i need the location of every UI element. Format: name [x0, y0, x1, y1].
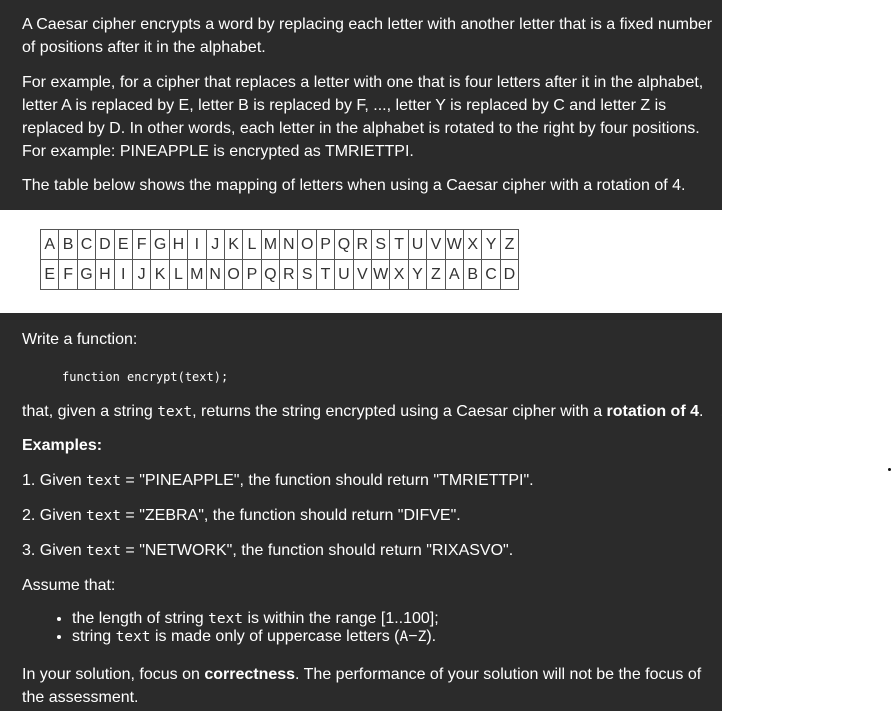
- plain-letter-cell: S: [371, 229, 391, 260]
- cipher-letter-cell: X: [389, 259, 409, 290]
- cipher-letter-cell: U: [334, 259, 354, 290]
- plain-letter-cell: X: [462, 229, 483, 260]
- plain-letter-cell: K: [223, 229, 244, 260]
- plain-letter-cell: N: [279, 229, 299, 260]
- cipher-letter-cell: Q: [260, 259, 281, 290]
- plain-letter-cell: T: [389, 229, 409, 260]
- intro-paragraph-2: For example, for a cipher that replaces …: [22, 74, 704, 160]
- cipher-letter-cell: A: [444, 259, 464, 290]
- plain-letter-cell: D: [95, 229, 115, 260]
- cipher-letters-row: EFGHIJKLMNOPQRSTUVWXYZABCD: [39, 259, 520, 290]
- plain-letter-cell: F: [131, 229, 152, 260]
- cipher-letter-cell: L: [168, 259, 189, 290]
- cipher-letter-cell: G: [76, 259, 97, 290]
- cipher-letter-cell: Z: [426, 259, 446, 290]
- cipher-letter-cell: F: [58, 259, 78, 290]
- plain-letter-cell: V: [426, 229, 446, 260]
- cipher-letter-cell: R: [279, 259, 299, 290]
- cipher-letter-cell: J: [131, 259, 152, 290]
- plain-letter-cell: I: [187, 229, 207, 260]
- plain-letter-cell: M: [260, 229, 281, 260]
- cipher-letter-cell: O: [223, 259, 244, 290]
- plain-letter-cell: Z: [499, 229, 520, 260]
- cipher-mapping-table: ABCDEFGHIJKLMNOPQRSTUVWXYZ EFGHIJKLMNOPQ…: [39, 229, 520, 290]
- focus-note: In your solution, focus on correctness. …: [22, 666, 702, 706]
- intro-paragraph-3: The table below shows the mapping of let…: [22, 177, 686, 194]
- cipher-letter-cell: N: [205, 259, 225, 290]
- cipher-letter-cell: E: [39, 259, 60, 290]
- plain-letter-cell: J: [205, 229, 225, 260]
- plain-letter-cell: B: [58, 229, 78, 260]
- plain-letter-cell: H: [168, 229, 189, 260]
- cipher-letter-cell: S: [297, 259, 317, 290]
- cipher-letter-cell: M: [187, 259, 207, 290]
- cipher-letter-cell: C: [481, 259, 501, 290]
- plain-letter-cell: G: [150, 229, 170, 260]
- plain-letter-cell: E: [113, 229, 133, 260]
- cipher-letter-cell: T: [315, 259, 336, 290]
- intro-paragraph-1: A Caesar cipher encrypts a word by repla…: [22, 16, 713, 56]
- cipher-letter-cell: P: [242, 259, 262, 290]
- example-1: 1. Given text = "PINEAPPLE", the functio…: [22, 472, 534, 489]
- cipher-letter-cell: B: [462, 259, 483, 290]
- cipher-letter-cell: H: [95, 259, 115, 290]
- assumption-charset: string text is made only of uppercase le…: [72, 628, 732, 646]
- plain-letter-cell: U: [407, 229, 428, 260]
- plain-letter-cell: W: [444, 229, 464, 260]
- task-description-panel: A Caesar cipher encrypts a word by repla…: [0, 0, 722, 711]
- plain-letters-row: ABCDEFGHIJKLMNOPQRSTUVWXYZ: [39, 229, 520, 260]
- cipher-letter-cell: V: [352, 259, 373, 290]
- plain-letter-cell: P: [315, 229, 336, 260]
- cipher-letter-cell: D: [499, 259, 520, 290]
- cipher-letter-cell: K: [150, 259, 170, 290]
- assumptions-list: the length of string text is within the …: [22, 610, 732, 646]
- plain-letter-cell: C: [76, 229, 97, 260]
- plain-letter-cell: O: [297, 229, 317, 260]
- example-2: 2. Given text = "ZEBRA", the function sh…: [22, 507, 461, 524]
- plain-letter-cell: L: [242, 229, 262, 260]
- plain-letter-cell: Y: [481, 229, 501, 260]
- cipher-letter-cell: Y: [407, 259, 428, 290]
- write-function-text: Write a function:: [22, 331, 138, 348]
- cipher-letter-cell: I: [113, 259, 133, 290]
- stray-dot: [888, 468, 891, 471]
- cipher-letter-cell: W: [371, 259, 391, 290]
- assume-heading: Assume that:: [22, 577, 116, 594]
- plain-letter-cell: A: [39, 229, 60, 260]
- plain-letter-cell: R: [352, 229, 373, 260]
- cipher-mapping-table-container: ABCDEFGHIJKLMNOPQRSTUVWXYZ EFGHIJKLMNOPQ…: [0, 210, 722, 313]
- function-signature: function encrypt(text);: [62, 370, 229, 384]
- example-3: 3. Given text = "NETWORK", the function …: [22, 542, 514, 559]
- assumption-length: the length of string text is within the …: [72, 610, 732, 628]
- plain-letter-cell: Q: [334, 229, 354, 260]
- task-description: that, given a string text, returns the s…: [22, 403, 704, 420]
- examples-heading: Examples:: [22, 437, 103, 454]
